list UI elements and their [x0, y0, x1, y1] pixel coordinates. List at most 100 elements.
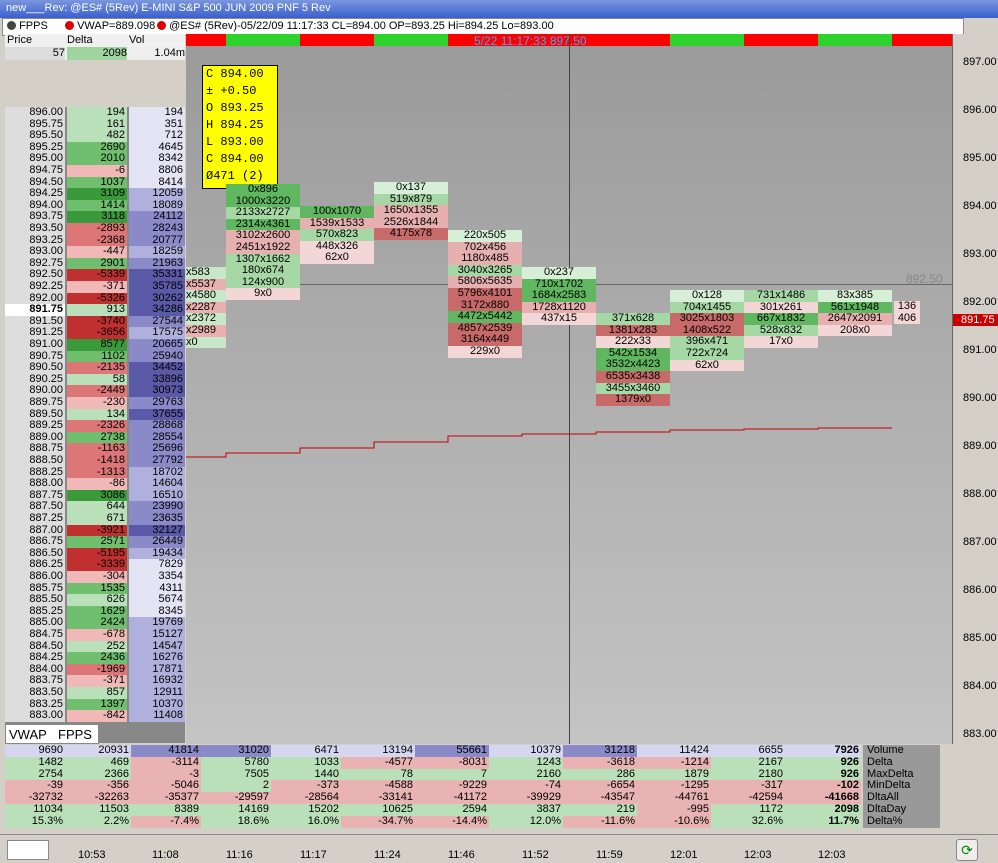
time-label: 11:46	[448, 849, 475, 861]
vwap-icon	[65, 20, 74, 30]
ladder-price: 894.75	[5, 164, 65, 177]
footprint-cell: 2451x1922	[226, 241, 300, 254]
fpps-label: FPPS	[7, 20, 48, 32]
last-price-label: 891.75	[953, 314, 998, 326]
footprint-cell: 4175x78	[374, 228, 448, 240]
ladder-row: 884.75 -678 15127	[5, 628, 185, 641]
stats-cell: 16.0%	[271, 815, 341, 828]
ladder-row: 883.50 857 12911	[5, 686, 185, 699]
col-delta-header: Delta	[67, 34, 93, 46]
ladder-volume: 8806	[129, 164, 185, 177]
stats-cell: -34.7%	[341, 815, 415, 828]
title-bar: new___Rev: @ES# (5Rev) E-MINI S&P 500 JU…	[0, 0, 998, 18]
ladder-row: 883.00 -842 11408	[5, 710, 185, 722]
ladder-price: 883.50	[5, 686, 65, 699]
tab-fpps[interactable]: FPPS	[58, 727, 92, 742]
ladder-row: 888.50 -1418 27792	[5, 454, 185, 467]
ladder-delta: 194	[67, 106, 127, 119]
ladder-side-label: x2989	[186, 324, 226, 337]
tab-strip: VWAP FPPS	[5, 724, 99, 744]
stats-cell: -14.4%	[415, 815, 489, 828]
stats-cell: -7.4%	[131, 815, 201, 828]
ladder-side-label: x0	[186, 336, 226, 349]
time-label: 12:03	[818, 849, 846, 861]
ladder-row: 894.75 -6 8806	[5, 164, 185, 177]
ladder-price: 896.00	[5, 106, 65, 119]
footprint-cell: 62x0	[670, 359, 744, 372]
tab-vwap[interactable]: VWAP	[9, 727, 47, 742]
stats-row: 15.3% 2.2% -7.4% 18.6% 16.0% -34.7% -14.4% 12.0…	[5, 815, 940, 828]
footprint-cell: 0x896	[226, 183, 300, 196]
ladder-volume: 29763	[129, 396, 185, 409]
ladder-delta: -371	[67, 280, 127, 293]
footprint-cell: 83x385	[818, 289, 892, 302]
ladder-delta: -678	[67, 628, 127, 641]
y-tick: 892.00	[963, 296, 997, 308]
stats-cell: 2.2%	[65, 815, 131, 828]
stats-cell: 18.6%	[201, 815, 271, 828]
y-tick: 888.00	[963, 488, 997, 500]
stats-cell: 469	[65, 756, 131, 769]
ladder-delta: 857	[67, 686, 127, 699]
ladder-delta: -304	[67, 570, 127, 583]
delta-value: 2098	[67, 47, 127, 60]
side-value: 406	[894, 312, 920, 325]
ladder-header: Price Delta Vol 57 2098 1.04m	[5, 34, 185, 60]
vol-value: 1.04m	[129, 47, 185, 60]
ladder-volume: 15127	[129, 628, 185, 641]
ladder-delta: -230	[67, 396, 127, 409]
col-vol-header: Vol	[129, 34, 145, 46]
stats-cell: -4577	[341, 756, 415, 769]
ladder-volume: 12911	[129, 686, 185, 699]
stats-cell: -3114	[131, 756, 201, 769]
stats-cell: -10.6%	[637, 815, 711, 828]
y-tick: 893.00	[963, 248, 997, 260]
time-label: 10:53	[78, 849, 106, 861]
y-tick: 895.00	[963, 152, 997, 164]
footprint-cell: 437x15	[522, 313, 596, 325]
ladder-price: 888.50	[5, 454, 65, 467]
footprint-cell: 62x0	[300, 252, 374, 264]
time-label: 11:08	[152, 849, 179, 861]
ladder-price: 893.50	[5, 222, 65, 235]
chart-area[interactable]: 5/22 11:17:33 897.50 892.50 C 894.00 ± +…	[186, 34, 952, 744]
stats-cell: -1214	[637, 756, 711, 769]
quote-label: @ES# (5Rev)-05/22/09 11:17:33 CL=894.00 …	[157, 20, 554, 32]
input-box[interactable]	[7, 840, 49, 860]
price-value: 57	[5, 47, 65, 60]
stats-cell: 5780	[201, 756, 271, 769]
ladder-side-label: x583	[186, 266, 226, 279]
stats-label: Delta	[863, 756, 940, 769]
footprint-cell: 722x724	[670, 347, 744, 360]
stats-row: 1482 469 -3114 5780 1033 -4577 -8031 1243 -3618-…	[5, 756, 940, 769]
stats-cell: -8031	[415, 756, 489, 769]
time-label: 12:03	[744, 849, 772, 861]
y-tick: 883.00	[963, 728, 997, 740]
ladder-volume: 20665	[129, 338, 185, 351]
ladder-volume: 194	[129, 106, 185, 119]
ladder-row: 892.25 -371 35785	[5, 280, 185, 293]
footprint-cell: 731x1486	[744, 289, 818, 302]
footprint-bars: 0x896 1000x3220 2133x2727 2314x4361 3102x260…	[186, 34, 952, 744]
stats-label: Delta%	[863, 815, 940, 828]
price-axis: 891.75 897.00 896.00 895.00 894.00 893.00 892…	[952, 34, 998, 744]
ladder-volume: 28243	[129, 222, 185, 235]
stats-cell: 1482	[5, 756, 65, 769]
y-tick: 887.00	[963, 536, 997, 548]
y-tick: 896.00	[963, 104, 997, 116]
ladder-price: 883.00	[5, 710, 65, 722]
col-price-header: Price	[7, 34, 33, 46]
ladder-row: 889.75 -230 29763	[5, 396, 185, 409]
y-tick: 885.00	[963, 632, 997, 644]
stats-cell: 2167	[711, 756, 785, 769]
ladder-price: 892.25	[5, 280, 65, 293]
time-label: 11:17	[300, 849, 327, 861]
y-tick: 889.00	[963, 440, 997, 452]
footprint-cell: 371x628	[596, 312, 670, 325]
stats-cell: 12.0%	[489, 815, 563, 828]
fpps-icon	[7, 20, 16, 30]
ladder-price: 889.75	[5, 396, 65, 409]
refresh-icon[interactable]: ⟳	[956, 839, 978, 861]
time-axis: ⟳ 10:53 11:08 11:16 11:17 11:24 11:46 11:52 11:…	[0, 834, 998, 863]
time-label: 11:59	[596, 849, 623, 861]
